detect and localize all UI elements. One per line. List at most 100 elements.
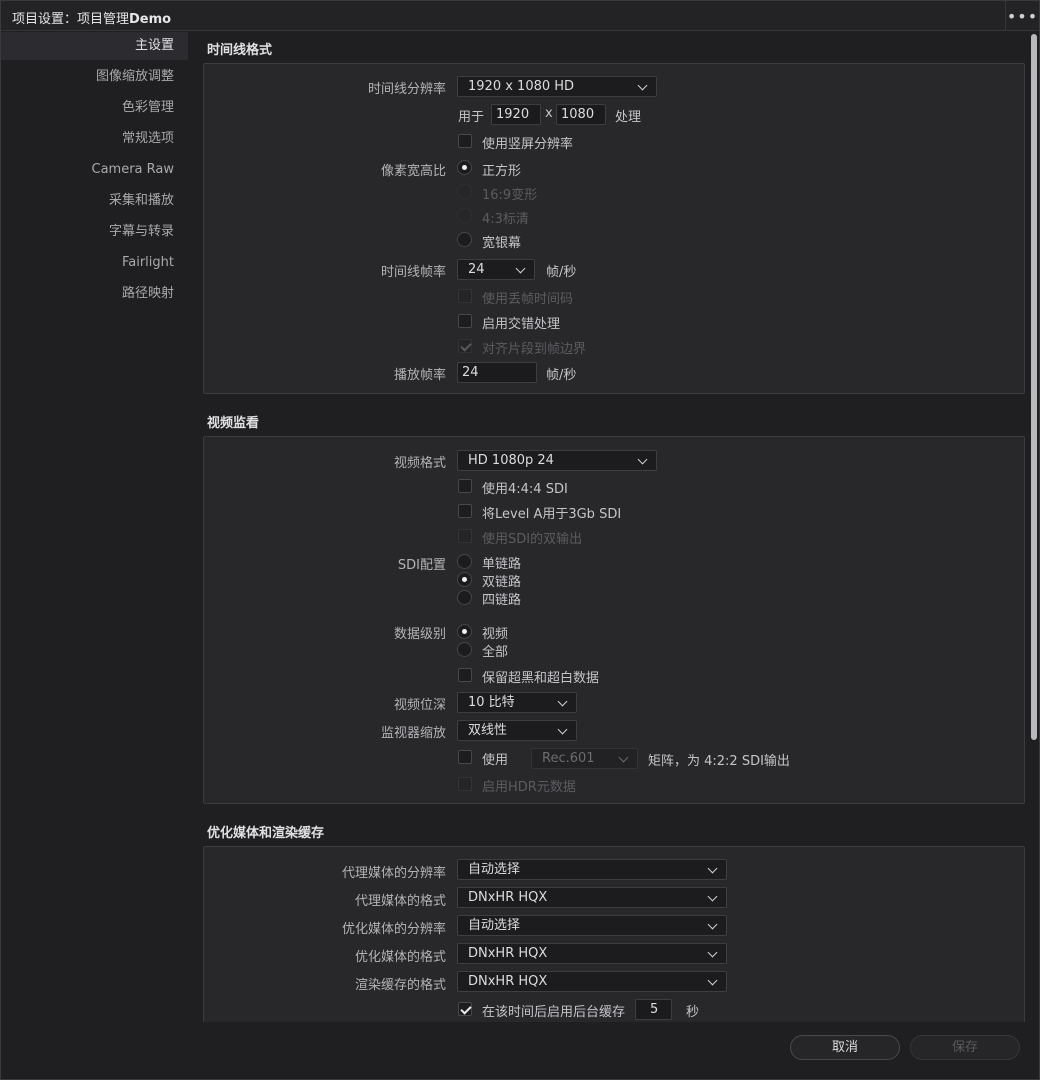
monitor-scaling-label: 监视器缩放 (380, 726, 446, 741)
project-settings-window: 项目设置：项目管理Demo ••• 主设置 图像缩放调整 色彩管理 常规选项 C… (0, 0, 1040, 1080)
interlace-label: 启用交错处理 (482, 317, 561, 332)
drop-frame-checkbox (458, 289, 472, 303)
use-matrix-checkbox[interactable] (458, 750, 472, 764)
pixel-aspect-radio-16-9 (457, 184, 472, 199)
pixel-aspect-radio-square[interactable] (457, 160, 472, 175)
optimized-resolution-dropdown[interactable]: 自动选择 (457, 915, 727, 936)
data-level-radio-video[interactable] (457, 624, 472, 639)
timeline-frame-rate-dropdown[interactable]: 24 (457, 259, 535, 280)
timeline-frame-rate-label: 时间线帧率 (380, 265, 446, 280)
section-title-optimized-media: 优化媒体和渲染缓存 (207, 826, 325, 841)
sidebar-item-fairlight[interactable]: Fairlight (1, 249, 188, 277)
data-level-radio-full[interactable] (457, 642, 472, 657)
background-cache-seconds-input[interactable]: 5 (635, 999, 672, 1020)
video-bit-depth-value: 10 比特 (468, 695, 515, 710)
sidebar-item-image-scaling[interactable]: 图像缩放调整 (1, 63, 188, 91)
sdi-radio-quad[interactable] (457, 590, 472, 605)
scrollbar-thumb[interactable] (1031, 34, 1037, 740)
pixel-aspect-label: 像素宽高比 (380, 164, 446, 179)
proxy-resolution-label: 代理媒体的分辨率 (341, 866, 446, 881)
optimized-media-panel: 代理媒体的分辨率 自动选择 代理媒体的格式 DNxHR HQX 优化媒体的分辨率… (203, 846, 1025, 1022)
pixel-aspect-radio-4-3 (457, 208, 472, 223)
sidebar-item-camera-raw[interactable]: Camera Raw (1, 156, 188, 184)
snap-to-frame-checkbox (458, 339, 472, 353)
interlace-checkbox[interactable] (458, 314, 472, 328)
pixel-aspect-radio-cinemascope[interactable] (457, 232, 472, 247)
level-a-label: 将Level A用于3Gb SDI (482, 507, 622, 522)
monitor-scaling-dropdown[interactable]: 双线性 (457, 720, 577, 741)
title-bar: 项目设置：项目管理Demo ••• (1, 1, 1039, 31)
resolution-height-input[interactable]: 1080 (556, 104, 606, 125)
playback-fps-unit: 帧/秒 (546, 368, 577, 383)
use-444-sdi-checkbox[interactable] (458, 479, 472, 493)
chevron-down-icon (618, 752, 629, 763)
chevron-down-icon (707, 947, 718, 958)
data-level-full-label: 全部 (482, 645, 509, 660)
timeline-resolution-dropdown[interactable]: 1920 x 1080 HD (457, 76, 657, 97)
matrix-value: Rec.601 (542, 751, 595, 766)
video-bit-depth-dropdown[interactable]: 10 比特 (457, 692, 577, 713)
sidebar-item-color-management[interactable]: 色彩管理 (1, 94, 188, 122)
playback-frame-rate-label: 播放帧率 (393, 368, 446, 383)
pixel-aspect-4-3-label: 4:3标清 (482, 212, 529, 227)
matrix-dropdown: Rec.601 (531, 748, 638, 769)
sidebar-item-master-settings[interactable]: 主设置 (1, 32, 188, 60)
playback-frame-rate-input[interactable]: 24 (457, 362, 537, 383)
chevron-down-icon (637, 454, 648, 465)
data-level-video-label: 视频 (482, 627, 509, 642)
render-cache-format-dropdown[interactable]: DNxHR HQX (457, 971, 727, 992)
video-monitoring-panel: 视频格式 HD 1080p 24 使用4:4:4 SDI 将Level A用于3… (203, 436, 1025, 804)
timeline-fps-unit: 帧/秒 (546, 265, 577, 280)
settings-content: 时间线格式 时间线分辨率 1920 x 1080 HD 用于 1920 x 10… (189, 32, 1029, 1022)
sidebar-item-path-mapping[interactable]: 路径映射 (1, 280, 188, 308)
more-options-icon[interactable]: ••• (1005, 1, 1039, 31)
sidebar-item-general-options[interactable]: 常规选项 (1, 125, 188, 153)
dialog-footer: 取消 保存 (1, 1022, 1039, 1079)
retain-sub-super-checkbox[interactable] (458, 668, 472, 682)
save-button: 保存 (910, 1035, 1020, 1060)
snap-to-frame-label: 对齐片段到帧边界 (482, 342, 587, 357)
timeline-format-panel: 时间线分辨率 1920 x 1080 HD 用于 1920 x 1080 处理 … (203, 63, 1025, 394)
settings-sidebar: 主设置 图像缩放调整 色彩管理 常规选项 Camera Raw 采集和播放 字幕… (1, 32, 189, 1032)
dual-sdi-output-label: 使用SDI的双输出 (482, 532, 583, 547)
resolution-width-input[interactable]: 1920 (491, 104, 541, 125)
level-a-checkbox[interactable] (458, 504, 472, 518)
pixel-aspect-square-label: 正方形 (482, 164, 522, 179)
chevron-down-icon (707, 975, 718, 986)
cancel-button[interactable]: 取消 (790, 1035, 900, 1060)
proxy-format-label: 代理媒体的格式 (354, 894, 446, 909)
proxy-resolution-value: 自动选择 (468, 862, 521, 877)
sidebar-item-subtitles[interactable]: 字幕与转录 (1, 218, 188, 246)
render-cache-format-label: 渲染缓存的格式 (354, 978, 446, 993)
sidebar-item-capture-playback[interactable]: 采集和播放 (1, 187, 188, 215)
timeline-resolution-value: 1920 x 1080 HD (468, 79, 575, 94)
settings-scrollbar[interactable] (1030, 32, 1038, 1022)
pixel-aspect-cinemascope-label: 宽银幕 (482, 236, 522, 251)
video-bit-depth-label: 视频位深 (393, 698, 446, 713)
chevron-down-icon (515, 263, 526, 274)
title-project-name: Demo (129, 12, 172, 27)
process-label: 处理 (615, 110, 642, 125)
proxy-format-dropdown[interactable]: DNxHR HQX (457, 887, 727, 908)
chevron-down-icon (637, 80, 648, 91)
sdi-radio-single[interactable] (457, 554, 472, 569)
chevron-down-icon (557, 724, 568, 735)
proxy-resolution-dropdown[interactable]: 自动选择 (457, 859, 727, 880)
sdi-quad-label: 四链路 (482, 593, 522, 608)
vertical-resolution-checkbox[interactable] (458, 134, 472, 148)
background-cache-checkbox[interactable] (458, 1002, 472, 1016)
sdi-single-label: 单链路 (482, 557, 522, 572)
sdi-radio-dual[interactable] (457, 572, 472, 587)
use-matrix-label: 使用 (482, 753, 509, 768)
chevron-down-icon (707, 891, 718, 902)
video-format-dropdown[interactable]: HD 1080p 24 (457, 450, 657, 471)
optimized-format-dropdown[interactable]: DNxHR HQX (457, 943, 727, 964)
resolution-x-separator: x (545, 106, 553, 121)
sdi-config-label: SDI配置 (397, 558, 446, 573)
optimized-resolution-label: 优化媒体的分辨率 (341, 922, 446, 937)
hdr-metadata-label: 启用HDR元数据 (482, 780, 576, 795)
timeline-resolution-label: 时间线分辨率 (367, 82, 446, 97)
proxy-format-value: DNxHR HQX (468, 890, 548, 905)
dual-sdi-output-checkbox (458, 529, 472, 543)
video-format-label: 视频格式 (393, 456, 446, 471)
